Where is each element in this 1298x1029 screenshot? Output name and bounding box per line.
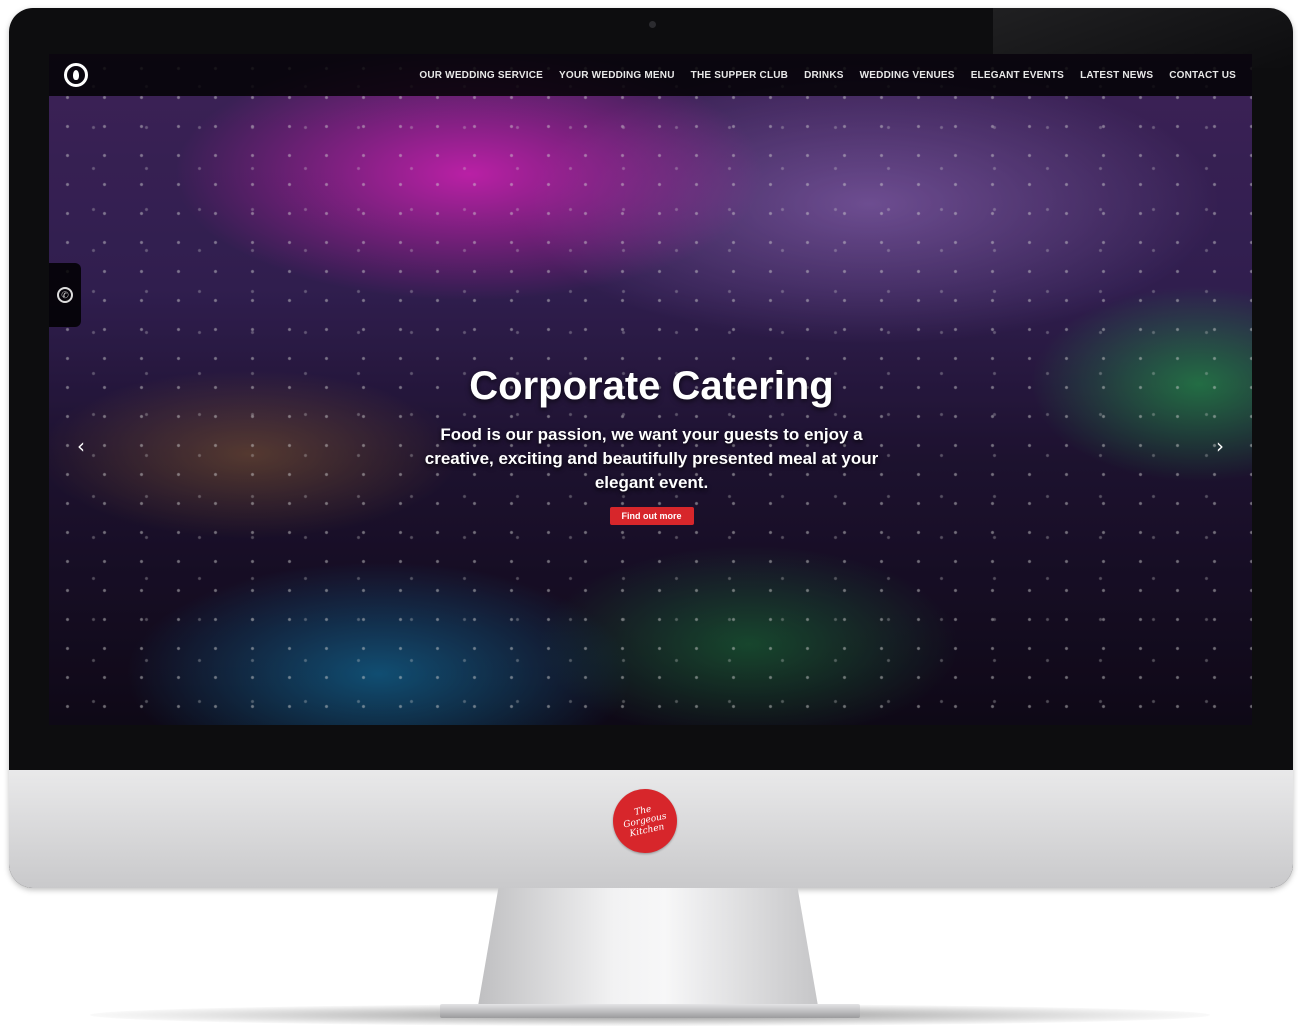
monitor-stand <box>478 888 818 1006</box>
phone-icon: ✆ <box>57 287 73 303</box>
nav-item-elegant-events[interactable]: ELEGANT EVENTS <box>971 70 1064 81</box>
slide-title: Corporate Catering <box>469 364 834 408</box>
nav-item-contact-us[interactable]: CONTACT US <box>1169 70 1236 81</box>
find-out-more-button[interactable]: Find out more <box>609 507 694 525</box>
nav-item-your-wedding-menu[interactable]: YOUR WEDDING MENU <box>559 70 675 81</box>
slide-text: Food is our passion, we want your guests… <box>424 425 879 492</box>
main-nav: OUR WEDDING SERVICE YOUR WEDDING MENU TH… <box>419 54 1236 96</box>
contact-side-tab[interactable]: ✆ <box>49 263 81 327</box>
nav-item-wedding-venues[interactable]: WEDDING VENUES <box>860 70 955 81</box>
flame-logo-icon[interactable] <box>64 63 88 87</box>
camera-dot <box>649 21 656 28</box>
monitor: OUR WEDDING SERVICE YOUR WEDDING MENU TH… <box>9 8 1293 888</box>
chevron-right-icon[interactable]: › <box>1210 436 1230 456</box>
nav-item-the-supper-club[interactable]: THE SUPPER CLUB <box>691 70 788 81</box>
nav-item-our-wedding-service[interactable]: OUR WEDDING SERVICE <box>419 70 543 81</box>
brand-badge-text: The Gorgeous Kitchen <box>622 804 668 840</box>
nav-item-drinks[interactable]: DRINKS <box>804 70 844 81</box>
chevron-left-icon[interactable]: ‹ <box>71 436 91 456</box>
navbar: OUR WEDDING SERVICE YOUR WEDDING MENU TH… <box>49 54 1252 96</box>
website-screen: OUR WEDDING SERVICE YOUR WEDDING MENU TH… <box>49 54 1252 725</box>
slide-caption: Corporate Catering Food is our passion, … <box>389 364 914 525</box>
stand-base <box>440 1004 860 1018</box>
brand-badge-logo: The Gorgeous Kitchen <box>613 789 677 853</box>
nav-item-latest-news[interactable]: LATEST NEWS <box>1080 70 1153 81</box>
